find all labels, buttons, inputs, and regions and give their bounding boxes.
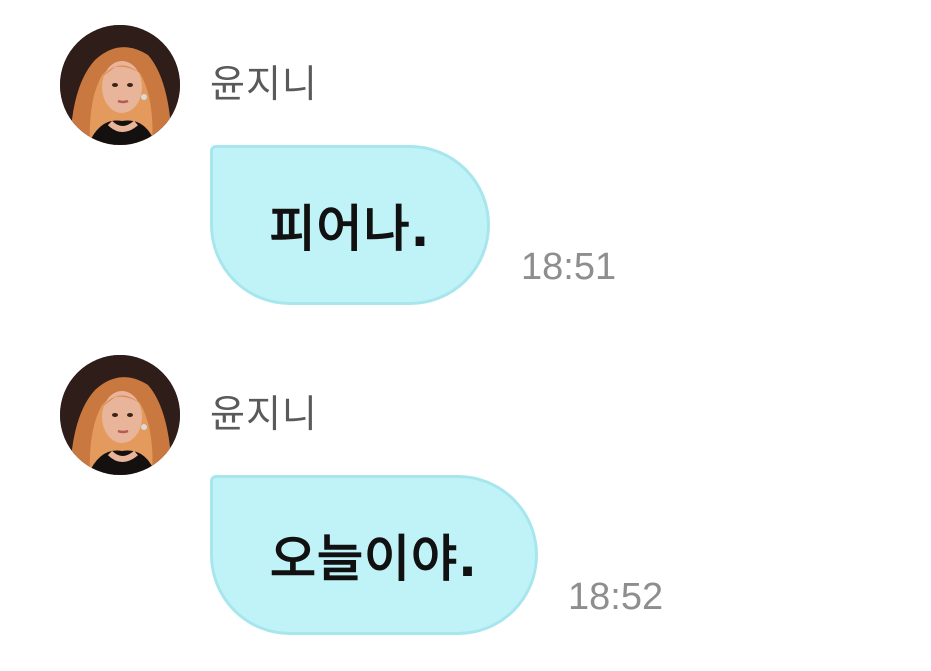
message-text: 피어나. — [269, 200, 431, 258]
profile-photo-icon — [60, 25, 180, 145]
message-bubble[interactable]: 피어나. — [210, 145, 490, 305]
sender-name: 윤지니 — [210, 392, 318, 436]
profile-photo-icon — [60, 355, 180, 475]
sender-avatar[interactable] — [60, 25, 180, 145]
message-text: 오늘이야. — [270, 530, 478, 588]
sender-name: 윤지니 — [210, 62, 318, 106]
message-timestamp: 18:51 — [521, 246, 617, 288]
message-bubble[interactable]: 오늘이야. — [210, 475, 538, 635]
sender-avatar[interactable] — [60, 355, 180, 475]
message-timestamp: 18:52 — [568, 576, 664, 618]
chat-thread: 윤지니 피어나. 18:51 윤지니 오늘이야. 18:52 — [0, 0, 931, 671]
